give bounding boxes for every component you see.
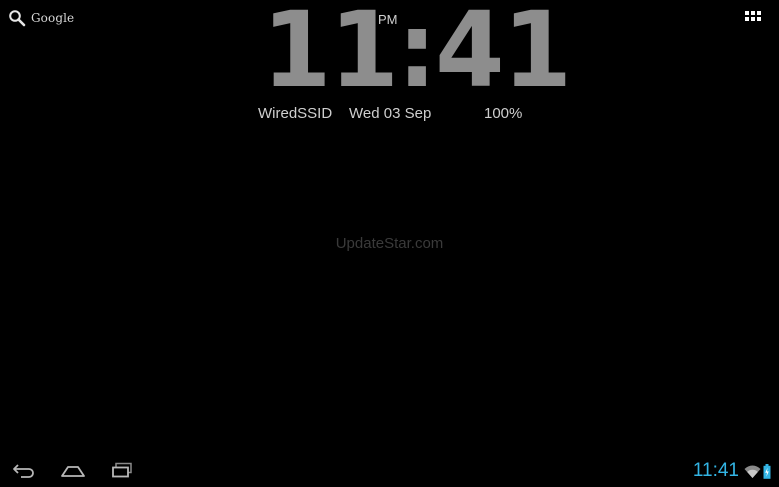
back-button[interactable] xyxy=(10,461,38,483)
search-icon xyxy=(8,9,26,27)
back-arrow-icon xyxy=(11,462,37,482)
recent-apps-icon xyxy=(111,462,133,482)
wifi-icon xyxy=(744,464,761,478)
status-time: 11:41 xyxy=(692,460,739,481)
recent-apps-button[interactable] xyxy=(109,461,135,483)
battery-level: 100% xyxy=(484,105,523,122)
clock-widget[interactable]: 11:41 PM WiredSSID Wed 03 Sep 100% xyxy=(250,0,572,128)
google-label: Google xyxy=(31,11,75,25)
watermark: UpdateStar.com xyxy=(335,235,444,252)
battery-charging-icon xyxy=(763,463,771,479)
home-icon xyxy=(60,463,86,482)
clock-ampm: PM xyxy=(377,12,399,27)
home-button[interactable] xyxy=(58,461,88,483)
status-area[interactable]: 11:41 xyxy=(693,460,771,482)
home-screen: Google 11:41 PM WiredSSID Wed 03 Sep 100… xyxy=(0,0,779,487)
system-bar: 11:41 xyxy=(0,455,779,487)
all-apps-button[interactable] xyxy=(742,8,764,28)
clock-date: Wed 03 Sep xyxy=(349,105,432,122)
clock-time: 11:41 xyxy=(262,0,572,111)
wifi-ssid: WiredSSID xyxy=(258,105,333,122)
google-search-button[interactable]: Google xyxy=(8,8,74,28)
apps-grid-icon xyxy=(745,9,761,28)
